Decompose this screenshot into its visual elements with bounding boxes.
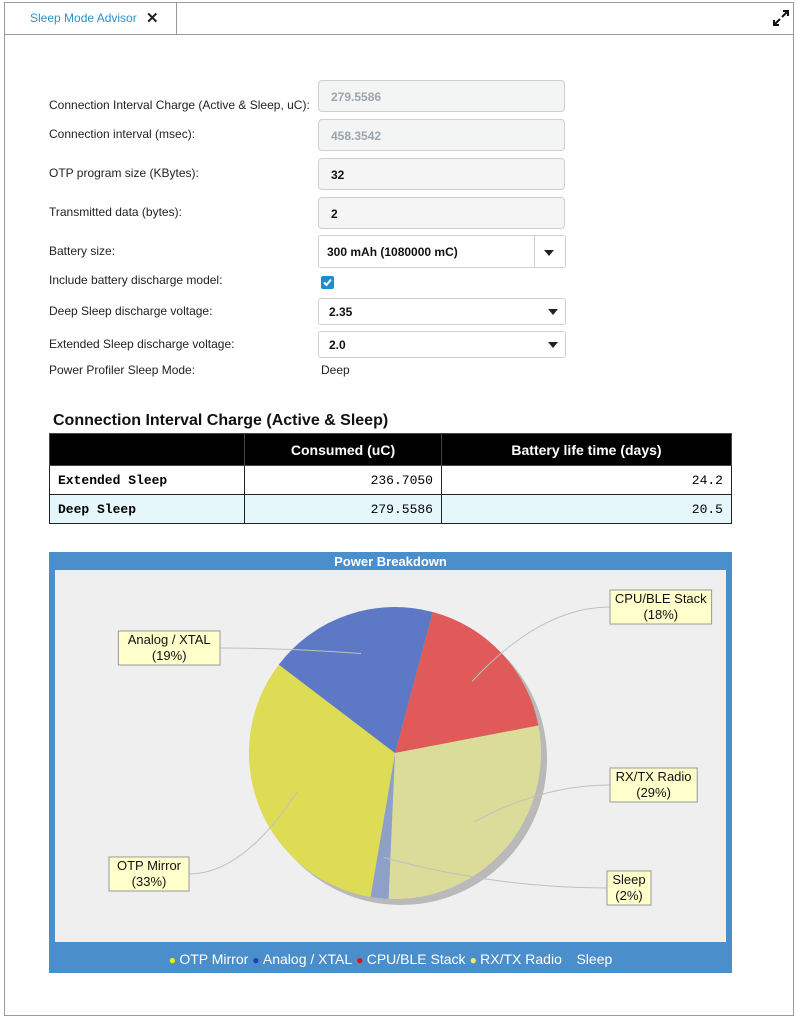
- table-title: Connection Interval Charge (Active & Sle…: [53, 412, 389, 429]
- maximize-icon[interactable]: [772, 9, 790, 27]
- select-divider: [534, 236, 535, 267]
- connection-interval-label: Connection interval (msec):: [49, 127, 196, 141]
- check-icon: [323, 278, 332, 287]
- extended-sleep-voltage-value: 2.0: [329, 338, 346, 352]
- power-breakdown-chart: Power Breakdown CPU/BLE Stack (18%) RX/TX …: [49, 552, 732, 973]
- charge-label: Connection Interval Charge (Active & Sle…: [49, 98, 310, 112]
- transmitted-data-field[interactable]: 2: [318, 197, 565, 229]
- legend-label: Sleep: [576, 951, 613, 967]
- discharge-model-label: Include battery discharge model:: [49, 273, 223, 287]
- table-header-life: Battery life time (days): [441, 433, 732, 466]
- data-label: (33%): [132, 874, 167, 889]
- legend-marker: ●: [168, 953, 180, 967]
- table-header-empty: [49, 433, 245, 466]
- data-label: (2%): [615, 888, 642, 903]
- legend-marker: ●: [469, 953, 481, 967]
- legend-item[interactable]: ● CPU/BLE Stack: [356, 951, 465, 967]
- transmitted-data-label: Transmitted data (bytes):: [49, 205, 182, 219]
- data-label: CPU/BLE Stack: [615, 591, 707, 606]
- legend-label: CPU/BLE Stack: [366, 951, 466, 967]
- sleep-mode-label: Power Profiler Sleep Mode:: [49, 363, 196, 377]
- otp-size-label: OTP program size (KBytes):: [49, 166, 199, 180]
- data-label: Sleep: [612, 872, 645, 887]
- legend-label: Analog / XTAL: [262, 951, 353, 967]
- legend-item[interactable]: ● Analog / XTAL: [252, 951, 352, 967]
- sleep-mode-value: Deep: [321, 363, 350, 377]
- data-label: RX/TX Radio: [616, 769, 692, 784]
- data-label: Analog / XTAL: [128, 632, 211, 647]
- data-label: (19%): [152, 648, 187, 663]
- legend-item[interactable]: ● OTP Mirror: [169, 951, 249, 967]
- otp-size-field[interactable]: 32: [318, 158, 565, 190]
- discharge-model-checkbox[interactable]: [321, 276, 334, 289]
- legend-item[interactable]: ● Sleep: [566, 951, 612, 967]
- table-header-consumed: Consumed (uC): [244, 433, 442, 466]
- chart-plot-area: CPU/BLE Stack (18%) RX/TX Radio (29%) Sleep(…: [55, 570, 726, 942]
- tab-bar: Sleep Mode Advisor ✕: [5, 3, 793, 35]
- battery-size-value: 300 mAh (1080000 mC): [327, 245, 458, 259]
- row-consumed: 279.5586: [244, 494, 442, 524]
- connection-interval-field[interactable]: 458.3542: [318, 119, 565, 151]
- deep-sleep-voltage-label: Deep Sleep discharge voltage:: [49, 304, 213, 318]
- chart-legend: ● OTP Mirror ● Analog / XTAL ● CPU/BLE Sta…: [49, 951, 732, 967]
- legend-marker: ●: [252, 953, 263, 967]
- row-life: 20.5: [441, 494, 732, 524]
- close-icon[interactable]: ✕: [146, 9, 159, 27]
- legend-marker: ●: [356, 953, 367, 967]
- table-row: Deep Sleep 279.5586 20.5: [49, 494, 732, 524]
- charge-field[interactable]: 279.5586: [318, 80, 565, 112]
- chart-title: Power Breakdown: [334, 554, 447, 569]
- row-life: 24.2: [441, 465, 732, 495]
- chevron-down-icon[interactable]: [548, 309, 558, 315]
- data-label: (18%): [643, 607, 678, 622]
- battery-size-select[interactable]: 300 mAh (1080000 mC): [318, 235, 566, 268]
- table-header-row: Consumed (uC) Battery life time (days): [49, 433, 732, 466]
- battery-size-label: Battery size:: [49, 244, 116, 258]
- legend-marker: ●: [565, 953, 577, 967]
- extended-sleep-voltage-select[interactable]: 2.0: [318, 331, 566, 358]
- chevron-down-icon[interactable]: [544, 250, 554, 256]
- sleep-mode-advisor-window: Sleep Mode Advisor ✕ Connection Interval…: [4, 2, 794, 1016]
- tab-label: Sleep Mode Advisor: [30, 11, 137, 25]
- extended-sleep-voltage-label: Extended Sleep discharge voltage:: [49, 337, 235, 351]
- legend-label: OTP Mirror: [179, 951, 249, 967]
- chevron-down-icon[interactable]: [548, 342, 558, 348]
- tab-sleep-mode-advisor[interactable]: Sleep Mode Advisor ✕: [5, 3, 177, 34]
- legend-item[interactable]: ● RX/TX Radio: [470, 951, 562, 967]
- deep-sleep-voltage-value: 2.35: [329, 305, 353, 319]
- row-name: Extended Sleep: [49, 465, 245, 495]
- deep-sleep-voltage-select[interactable]: 2.35: [318, 298, 566, 325]
- table-row: Extended Sleep 236.7050 24.2: [49, 465, 732, 495]
- row-consumed: 236.7050: [244, 465, 442, 495]
- pie-chart-svg: CPU/BLE Stack(18%)RX/TX Radio(29%)Sleep(…: [108, 589, 713, 906]
- row-name: Deep Sleep: [49, 494, 245, 524]
- pie-slice-rx-tx-radio[interactable]: [388, 725, 541, 899]
- data-label: OTP Mirror: [117, 858, 182, 873]
- legend-label: RX/TX Radio: [480, 951, 562, 967]
- results-table: Consumed (uC) Battery life time (days) E…: [49, 433, 732, 524]
- data-label: (29%): [636, 785, 671, 800]
